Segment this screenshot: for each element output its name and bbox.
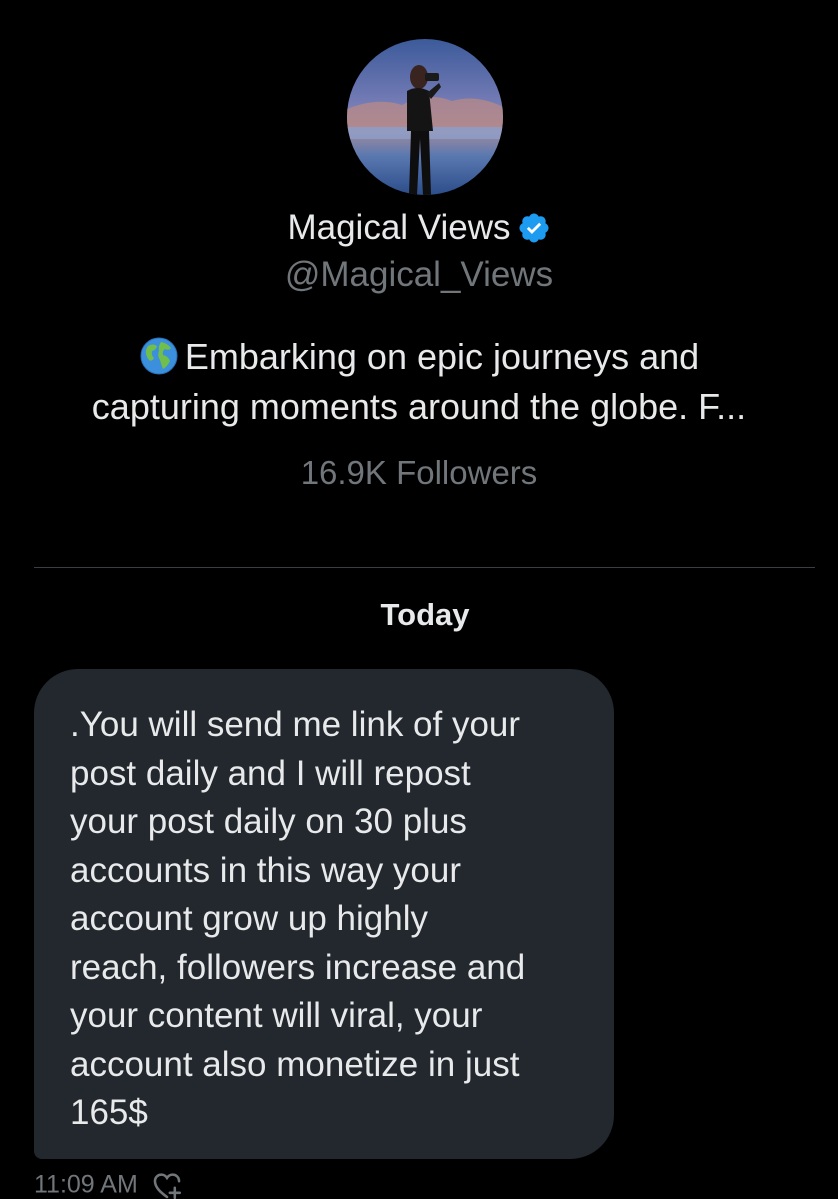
message-meta: 11:09 AM — [34, 1168, 184, 1199]
profile-handle[interactable]: @Magical_Views — [0, 255, 838, 295]
message-line: your content will viral, your — [70, 996, 483, 1035]
profile-avatar[interactable] — [347, 39, 503, 195]
bio-line: Embarking on epic journeys and — [40, 332, 798, 382]
message-line: account grow up highly — [70, 899, 428, 938]
message-line: reach, followers increase and — [70, 947, 526, 987]
followers-count[interactable]: 16.9K Followers — [0, 454, 838, 492]
avatar-photo — [347, 39, 503, 195]
received-message-bubble[interactable]: .You will send me link of your post dail… — [34, 669, 614, 1159]
section-divider — [34, 567, 815, 568]
message-line: account also monetize in just — [70, 1044, 520, 1084]
profile-display-name[interactable]: Magical Views — [287, 208, 510, 247]
bio-line-1: Embarking on epic journeys and — [184, 336, 700, 377]
profile-bio: Embarking on epic journeys and capturing… — [40, 332, 798, 432]
date-separator: Today — [380, 597, 470, 632]
globe-emoji-icon — [140, 337, 178, 375]
message-line: your post daily on 30 plus — [70, 802, 467, 841]
message-line: post daily and I will repost — [70, 753, 471, 793]
bio-line-2: capturing moments around the globe. F... — [91, 386, 747, 427]
profile-name-row: Magical Views — [0, 208, 838, 248]
heart-add-icon[interactable] — [150, 1168, 184, 1199]
message-line: 165$ — [70, 1093, 148, 1132]
message-timestamp: 11:09 AM — [34, 1170, 138, 1199]
message-line: accounts in this way your — [70, 850, 462, 890]
message-line: .You will send me link of your — [70, 705, 521, 744]
dm-conversation-screen: Magical Views @Magical_Views Embarking o… — [0, 0, 838, 1199]
verified-badge-icon — [519, 213, 549, 243]
